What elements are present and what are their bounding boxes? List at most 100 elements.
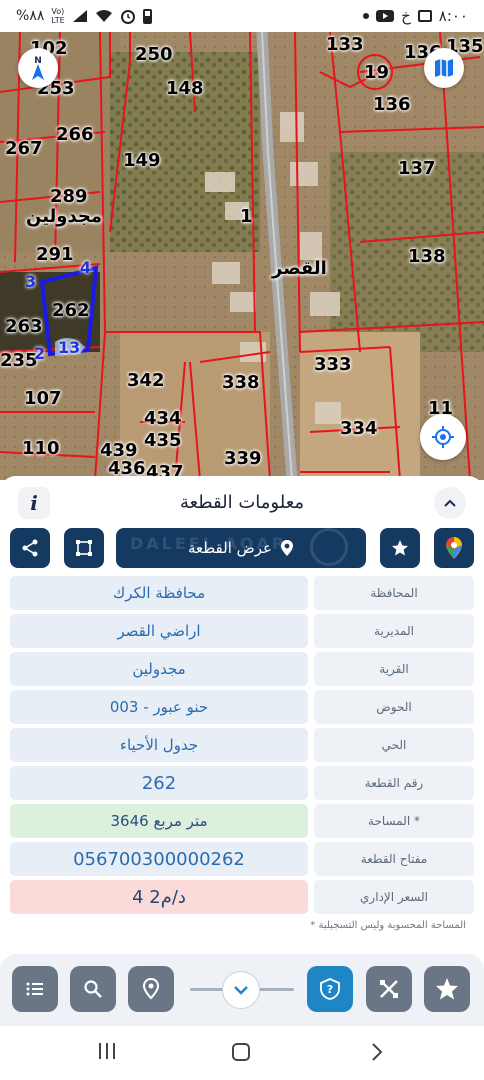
svg-text:?: ? [327,983,333,996]
tools-icon [380,980,398,998]
pin-location-button[interactable] [128,966,174,1012]
row-label: المديرية [314,614,474,648]
plot-label: 107 [24,388,62,409]
signal-icon [72,10,87,22]
plot-label: 138 [408,246,446,267]
compass-icon: N [32,56,44,80]
plot-label: 267 [5,138,43,159]
table-row: اراضي القصر المديرية [10,614,474,648]
row-value: حنو عبور - 003 [10,690,308,724]
status-right: خ ٨:٠٠ [363,7,468,25]
map-view[interactable]: 102 250 133 136 135 19 253 148 136 266 2… [0,32,484,480]
location-target-icon [432,426,454,448]
arabic-char: خ [401,7,411,25]
vertex-label: 2 [34,344,46,363]
row-label: مفتاح القطعة [314,842,474,876]
table-row: جدول الأحياء الحي [10,728,474,762]
search-icon [84,980,102,998]
table-row: 262 رقم القطعة [10,766,474,800]
share-icon [22,539,38,557]
area-footnote: * المساحة المحسوبة وليس التسجيلية [310,920,466,931]
polygon-icon [76,540,92,556]
plot-label: 149 [123,150,161,171]
image-icon [417,10,432,22]
row-value: 3646 متر مربع [10,804,308,838]
table-row: 4 د/م2 السعر الإداري [10,880,474,914]
table-row: محافظة الكرك المحافظة [10,576,474,610]
sheet-header: i معلومات القطعة [0,484,484,524]
my-location-button[interactable] [420,414,466,460]
status-left: %٨٨ Vo) LTE [16,7,152,25]
alarm-icon [120,10,135,24]
row-label: رقم القطعة [314,766,474,800]
wifi-icon [95,10,112,22]
tools-button[interactable] [366,966,412,1012]
google-maps-button[interactable] [434,528,474,568]
google-maps-icon [446,537,462,559]
plot-label: 235 [0,350,38,371]
place-label: مجدولين [26,206,103,227]
map-icon [435,59,453,77]
sheet-title: معلومات القطعة [179,492,305,513]
plot-label: 289 [50,186,88,207]
back-icon[interactable] [370,1042,384,1062]
row-value: 262 [10,766,308,800]
notification-dot [363,13,370,19]
battery-icon [142,8,152,24]
plot-label: 250 [135,44,173,65]
favorites-button[interactable] [424,966,470,1012]
star-icon [392,540,408,556]
table-row: حنو عبور - 003 الحوض [10,690,474,724]
help-icon: ? [320,978,340,1000]
row-value: محافظة الكرك [10,576,308,610]
boundary-button[interactable] [64,528,104,568]
pin-location-icon [142,978,160,1000]
plot-label: 110 [22,438,60,459]
plot-label: 148 [166,78,204,99]
list-icon [26,982,43,996]
slider-knob[interactable] [222,971,260,1009]
compass-button[interactable]: N [18,48,58,88]
row-label: الحوض [314,690,474,724]
recents-icon[interactable] [98,1042,116,1060]
status-bar: %٨٨ Vo) LTE خ ٨:٠٠ [0,0,484,32]
clock: ٨:٠٠ [438,7,468,25]
plot-label: 19 [364,62,390,83]
youtube-icon [376,10,395,22]
row-value: مجدولين [10,652,308,686]
plot-label: 262 [52,300,90,321]
collapse-button[interactable] [434,487,466,519]
plot-label: 339 [224,448,262,469]
list-button[interactable] [12,966,58,1012]
row-label: السعر الإداري [314,880,474,914]
table-row: مجدولين القرية [10,652,474,686]
favorite-button[interactable] [380,528,420,568]
share-button[interactable] [10,528,50,568]
plot-label: 342 [127,370,165,391]
show-plot-button[interactable]: DALEEL AQAR عرض القطعة [116,528,366,568]
watermark-logo [310,528,348,566]
map-layers-button[interactable] [424,48,464,88]
plot-label: 334 [340,418,378,439]
plot-label: 333 [314,354,352,375]
plot-label: 435 [144,430,182,451]
vertex-label: 4 [80,258,92,277]
lte-icon: Vo) LTE [51,7,65,25]
row-value: اراضي القصر [10,614,308,648]
search-button[interactable] [70,966,116,1012]
system-nav-bar [0,1026,484,1080]
plot-label: 136 [373,94,411,115]
plot-label: 338 [222,372,260,393]
place-label: القصر [272,258,327,279]
row-label: المحافظة [314,576,474,610]
help-button[interactable]: ? [307,966,353,1012]
plot-label: 291 [36,244,74,265]
chevron-down-icon [234,986,248,995]
home-icon[interactable] [231,1042,251,1062]
plot-label: 1 [240,206,253,227]
row-label: الحي [314,728,474,762]
table-row: 056700300000262 مفتاح القطعة [10,842,474,876]
vertex-label: 3 [25,272,37,291]
star-icon [436,978,458,1000]
row-label: المساحة * [314,804,474,838]
